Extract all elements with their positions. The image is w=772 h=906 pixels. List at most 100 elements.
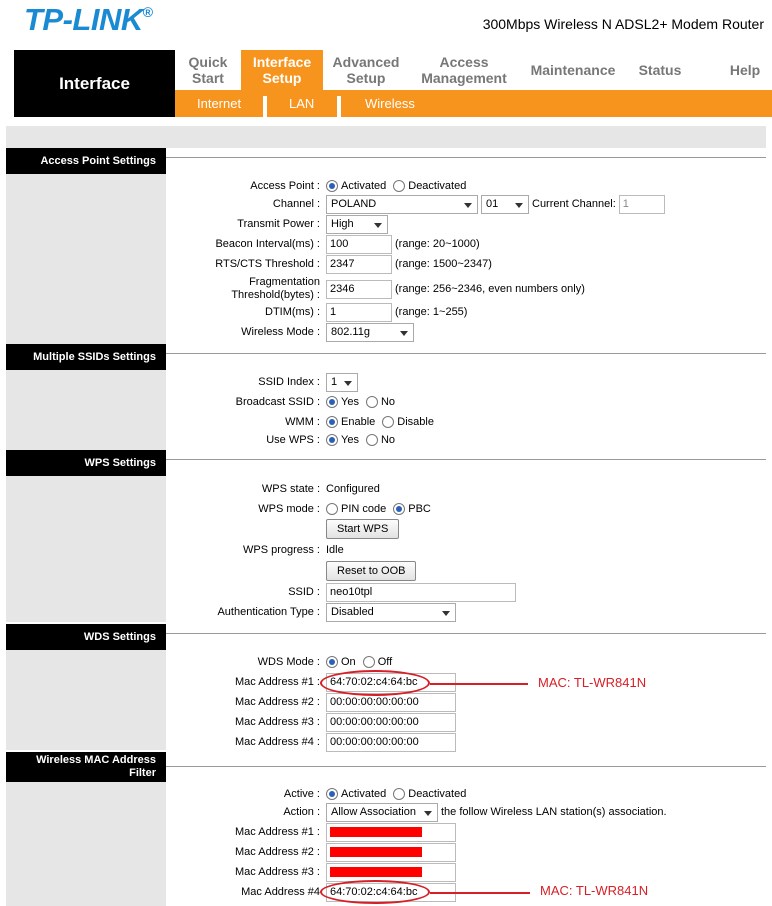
range-hint: (range: 20~1000) [395, 238, 480, 250]
filter-mac3-input[interactable] [326, 862, 456, 882]
wmm-enable-radio[interactable]: Enable [326, 416, 375, 428]
annotation-label: MAC: TL-WR841N [540, 883, 649, 898]
auth-type-select[interactable]: Disabled [326, 602, 456, 622]
radio-icon [326, 416, 338, 428]
channel-select[interactable]: 01 [481, 194, 529, 214]
tab-status[interactable]: Status [627, 50, 693, 90]
filter-mac1-input[interactable] [326, 822, 456, 842]
field-label: SSID Index : [258, 376, 320, 388]
option-label: Deactivated [408, 180, 467, 192]
use-wps-yes-radio[interactable]: Yes [326, 434, 359, 446]
tab-label: Status [638, 62, 682, 78]
wds-off-radio[interactable]: Off [362, 656, 393, 668]
annotation-label: MAC: TL-WR841N [538, 675, 647, 690]
tab-help[interactable]: Help [719, 50, 771, 90]
subtab-internet[interactable]: Internet [197, 90, 241, 117]
field-label: Beacon Interval(ms) : [215, 238, 320, 250]
field-label: WPS mode : [258, 503, 320, 515]
field-label: WPS progress : [242, 544, 320, 556]
side-column [6, 650, 166, 750]
current-channel-field: 1 [618, 194, 665, 214]
option-label: Activated [341, 180, 387, 192]
field-label: Wireless Mode : [241, 326, 320, 338]
wds-on-radio[interactable]: On [326, 656, 356, 668]
tab-label: Quick Start [188, 54, 228, 86]
field-label: Action : [283, 806, 320, 818]
redacted-mark [330, 847, 422, 857]
reset-to-oob-button[interactable]: Reset to OOB [326, 561, 417, 581]
section-access-point: Access Point Settings [6, 148, 766, 174]
option-label: PIN code [341, 503, 387, 515]
top-gray-band [6, 126, 766, 148]
field-label: Broadcast SSID : [235, 396, 320, 408]
wps-pin-radio[interactable]: PIN code [326, 503, 386, 515]
annotation-oval [320, 880, 430, 904]
section-divider [166, 459, 766, 460]
tab-maintenance[interactable]: Maintenance [519, 50, 627, 90]
radio-icon [326, 788, 338, 800]
radio-icon [365, 396, 378, 408]
field-label: Mac Address #3 : [235, 716, 320, 728]
option-label: PBC [408, 503, 431, 515]
wds-mac3-input[interactable]: 00:00:00:00:00:00 [326, 712, 456, 732]
field-label: Mac Address #4 [241, 886, 320, 898]
annotation-arrow [430, 892, 530, 894]
tab-quick-start[interactable]: Quick Start [175, 50, 241, 90]
section-title: WPS Settings [6, 450, 166, 476]
side-column [6, 370, 166, 450]
field-label: Mac Address #3 : [235, 866, 320, 878]
tab-access-management[interactable]: Access Management [409, 50, 519, 90]
option-label: No [380, 396, 396, 408]
product-name: 300Mbps Wireless N ADSL2+ Modem Router [482, 16, 764, 32]
tab-label: Access Management [421, 54, 507, 86]
wireless-mode-select[interactable]: 802.11g [326, 322, 414, 342]
radio-icon [393, 180, 406, 192]
subtab-lan[interactable]: LAN [289, 90, 314, 117]
nav-section-title: Interface [14, 50, 175, 117]
start-wps-button[interactable]: Start WPS [326, 519, 400, 539]
filter-deactivated-radio[interactable]: Deactivated [393, 788, 466, 800]
wps-ssid-field[interactable]: neo10tpl [326, 582, 516, 602]
radio-icon [382, 416, 395, 428]
redacted-mark [330, 827, 422, 837]
filter-mac2-input[interactable] [326, 842, 456, 862]
fragmentation-input[interactable]: 2346 [326, 279, 392, 299]
subtab-wireless[interactable]: Wireless [365, 90, 415, 117]
title-line: Filter [129, 767, 156, 779]
tab-interface-setup[interactable]: Interface Setup [241, 50, 323, 90]
use-wps-no-radio[interactable]: No [365, 434, 395, 446]
section-title: Multiple SSIDs Settings [6, 344, 166, 370]
option-label: Disable [397, 416, 434, 428]
access-point-activated-radio[interactable]: Activated [326, 180, 386, 192]
filter-activated-radio[interactable]: Activated [326, 788, 386, 800]
dtim-input[interactable]: 1 [326, 302, 392, 322]
action-suffix: the follow Wireless LAN station(s) assoc… [441, 806, 667, 818]
broadcast-no-radio[interactable]: No [365, 396, 396, 408]
beacon-interval-input[interactable]: 100 [326, 234, 392, 254]
option-label: Off [377, 656, 393, 668]
tab-advanced-setup[interactable]: Advanced Setup [323, 50, 409, 90]
field-label: Mac Address #1 : [235, 676, 320, 688]
filter-action-select[interactable]: Allow Association [326, 802, 438, 822]
ssid-index-select[interactable]: 1 [326, 372, 358, 392]
range-hint: (range: 256~2346, even numbers only) [395, 283, 585, 295]
sub-nav: Internet LAN Wireless [175, 90, 772, 117]
wds-mac4-input[interactable]: 00:00:00:00:00:00 [326, 732, 456, 752]
field-label: Mac Address #2 : [235, 696, 320, 708]
option-label: Deactivated [408, 788, 467, 800]
section-wds: WDS Settings [6, 624, 766, 650]
tab-label: Advanced Setup [332, 54, 400, 86]
field-label: WPS state : [261, 483, 320, 495]
side-column [6, 782, 166, 906]
field-label: DTIM(ms) : [265, 306, 320, 318]
wps-pbc-radio[interactable]: PBC [393, 503, 431, 515]
broadcast-yes-radio[interactable]: Yes [326, 396, 359, 408]
side-column [6, 476, 166, 622]
rts-threshold-input[interactable]: 2347 [326, 254, 392, 274]
top-nav: Quick Start Interface Setup Advanced Set… [175, 50, 772, 90]
country-select[interactable]: POLAND [326, 194, 478, 214]
tab-label: Help [729, 62, 761, 78]
transmit-power-select[interactable]: High [326, 214, 388, 234]
access-point-deactivated-radio[interactable]: Deactivated [393, 180, 466, 192]
wmm-disable-radio[interactable]: Disable [382, 416, 434, 428]
